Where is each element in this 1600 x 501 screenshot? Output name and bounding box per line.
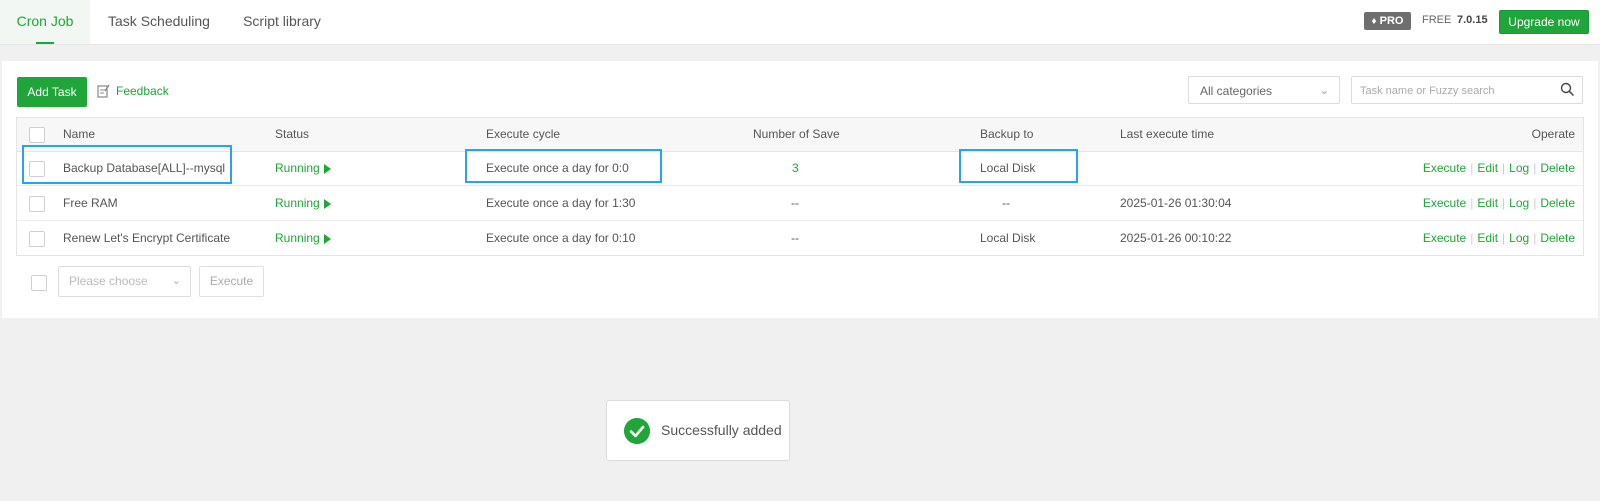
- search-icon[interactable]: [1560, 82, 1575, 97]
- batch-execute-button[interactable]: Execute: [199, 266, 264, 297]
- column-header-operate: Operate: [1531, 127, 1575, 141]
- column-header-number-of-save: Number of Save: [753, 127, 840, 141]
- toast-message: Successfully added: [661, 422, 782, 438]
- delete-link[interactable]: Delete: [1540, 231, 1575, 245]
- edit-link[interactable]: Edit: [1477, 161, 1498, 175]
- top-tab-bar: Cron Job Task Scheduling Script library …: [0, 0, 1600, 45]
- log-link[interactable]: Log: [1509, 196, 1529, 210]
- batch-select-placeholder: Please choose: [69, 274, 148, 288]
- category-select-value: All categories: [1200, 84, 1273, 98]
- feedback-label: Feedback: [116, 84, 169, 98]
- tab-label: Script library: [243, 13, 321, 29]
- status-label: Running: [275, 231, 320, 245]
- column-header-last-execute-time: Last execute time: [1120, 127, 1215, 141]
- status-label: Running: [275, 161, 320, 175]
- column-header-execute-cycle: Execute cycle: [486, 127, 561, 141]
- log-link[interactable]: Log: [1509, 161, 1529, 175]
- row-checkbox[interactable]: [29, 231, 45, 247]
- number-of-save: --: [791, 196, 799, 210]
- table-header: Name Status Execute cycle Number of Save…: [17, 118, 1583, 152]
- play-icon: [323, 233, 331, 244]
- column-header-name: Name: [63, 127, 96, 141]
- task-name: Renew Let's Encrypt Certificate: [63, 231, 231, 245]
- play-icon: [323, 198, 331, 209]
- row-operations: Execute | Edit | Log | Delete: [1422, 161, 1575, 175]
- number-of-save[interactable]: 3: [792, 151, 799, 186]
- last-execute-time: 2025-01-26 00:10:22: [1120, 231, 1232, 245]
- row-checkbox[interactable]: [29, 196, 45, 212]
- cron-task-table: Name Status Execute cycle Number of Save…: [16, 117, 1584, 256]
- number-of-save: --: [791, 231, 799, 245]
- column-header-status: Status: [275, 127, 310, 141]
- active-tab-underline: [36, 42, 54, 44]
- select-all-checkbox[interactable]: [29, 127, 45, 143]
- last-execute-time: 2025-01-26 01:30:04: [1120, 196, 1232, 210]
- version-number: 7.0.15: [1457, 14, 1488, 26]
- chevron-down-icon: ⌄: [171, 275, 181, 287]
- edition-label: FREE: [1422, 14, 1452, 26]
- table-row: Renew Let's Encrypt Certificate Running …: [17, 221, 1583, 256]
- upgrade-now-button[interactable]: Upgrade now: [1499, 10, 1589, 34]
- backup-to: Local Disk: [980, 161, 1036, 175]
- chevron-down-icon: ⌄: [1319, 85, 1329, 97]
- log-link[interactable]: Log: [1509, 231, 1529, 245]
- execute-link[interactable]: Execute: [1423, 161, 1466, 175]
- tab-script-library[interactable]: Script library: [232, 0, 332, 44]
- execute-cycle: Execute once a day for 1:30: [486, 196, 636, 210]
- success-toast: Successfully added: [606, 400, 790, 461]
- tab-cron-job[interactable]: Cron Job: [0, 0, 90, 44]
- execute-cycle: Execute once a day for 0:10: [486, 231, 636, 245]
- delete-link[interactable]: Delete: [1540, 196, 1575, 210]
- table-row: Backup Database[ALL]--mysql Running Exec…: [17, 151, 1583, 186]
- delete-link[interactable]: Delete: [1540, 161, 1575, 175]
- row-operations: Execute | Edit | Log | Delete: [1422, 196, 1575, 210]
- execute-cycle: Execute once a day for 0:0: [486, 161, 629, 175]
- task-search-box: [1351, 76, 1583, 105]
- execute-link[interactable]: Execute: [1423, 231, 1466, 245]
- column-header-backup-to: Backup to: [980, 127, 1034, 141]
- row-operations: Execute | Edit | Log | Delete: [1422, 231, 1575, 245]
- tab-task-scheduling[interactable]: Task Scheduling: [100, 0, 218, 44]
- pro-label: PRO: [1379, 15, 1404, 27]
- add-task-button[interactable]: Add Task: [17, 77, 87, 107]
- row-checkbox[interactable]: [29, 161, 45, 177]
- status-label: Running: [275, 196, 320, 210]
- category-select[interactable]: All categories ⌄: [1188, 76, 1340, 104]
- task-search-input[interactable]: [1352, 77, 1558, 105]
- cron-job-panel: Add Task Feedback All categories ⌄ Name …: [2, 61, 1598, 318]
- task-name: Backup Database[ALL]--mysql: [63, 161, 226, 175]
- batch-select-checkbox[interactable]: [31, 275, 47, 291]
- tab-label: Cron Job: [16, 13, 74, 29]
- task-status[interactable]: Running: [275, 186, 331, 221]
- edit-link[interactable]: Edit: [1477, 231, 1498, 245]
- task-status[interactable]: Running: [275, 221, 331, 256]
- check-circle-icon: [624, 418, 650, 444]
- feedback-icon: [97, 84, 110, 98]
- pro-badge[interactable]: ♦ PRO: [1364, 12, 1411, 30]
- backup-to: --: [1002, 196, 1010, 210]
- table-row: Free RAM Running Execute once a day for …: [17, 186, 1583, 221]
- task-name: Free RAM: [63, 196, 118, 210]
- edit-link[interactable]: Edit: [1477, 196, 1498, 210]
- diamond-icon: ♦: [1371, 16, 1377, 27]
- execute-link[interactable]: Execute: [1423, 196, 1466, 210]
- batch-action-select[interactable]: Please choose ⌄: [58, 266, 191, 297]
- feedback-link[interactable]: Feedback: [97, 84, 169, 98]
- task-status[interactable]: Running: [275, 151, 331, 186]
- play-icon: [323, 163, 331, 174]
- tab-label: Task Scheduling: [108, 13, 210, 29]
- backup-to: Local Disk: [980, 231, 1036, 245]
